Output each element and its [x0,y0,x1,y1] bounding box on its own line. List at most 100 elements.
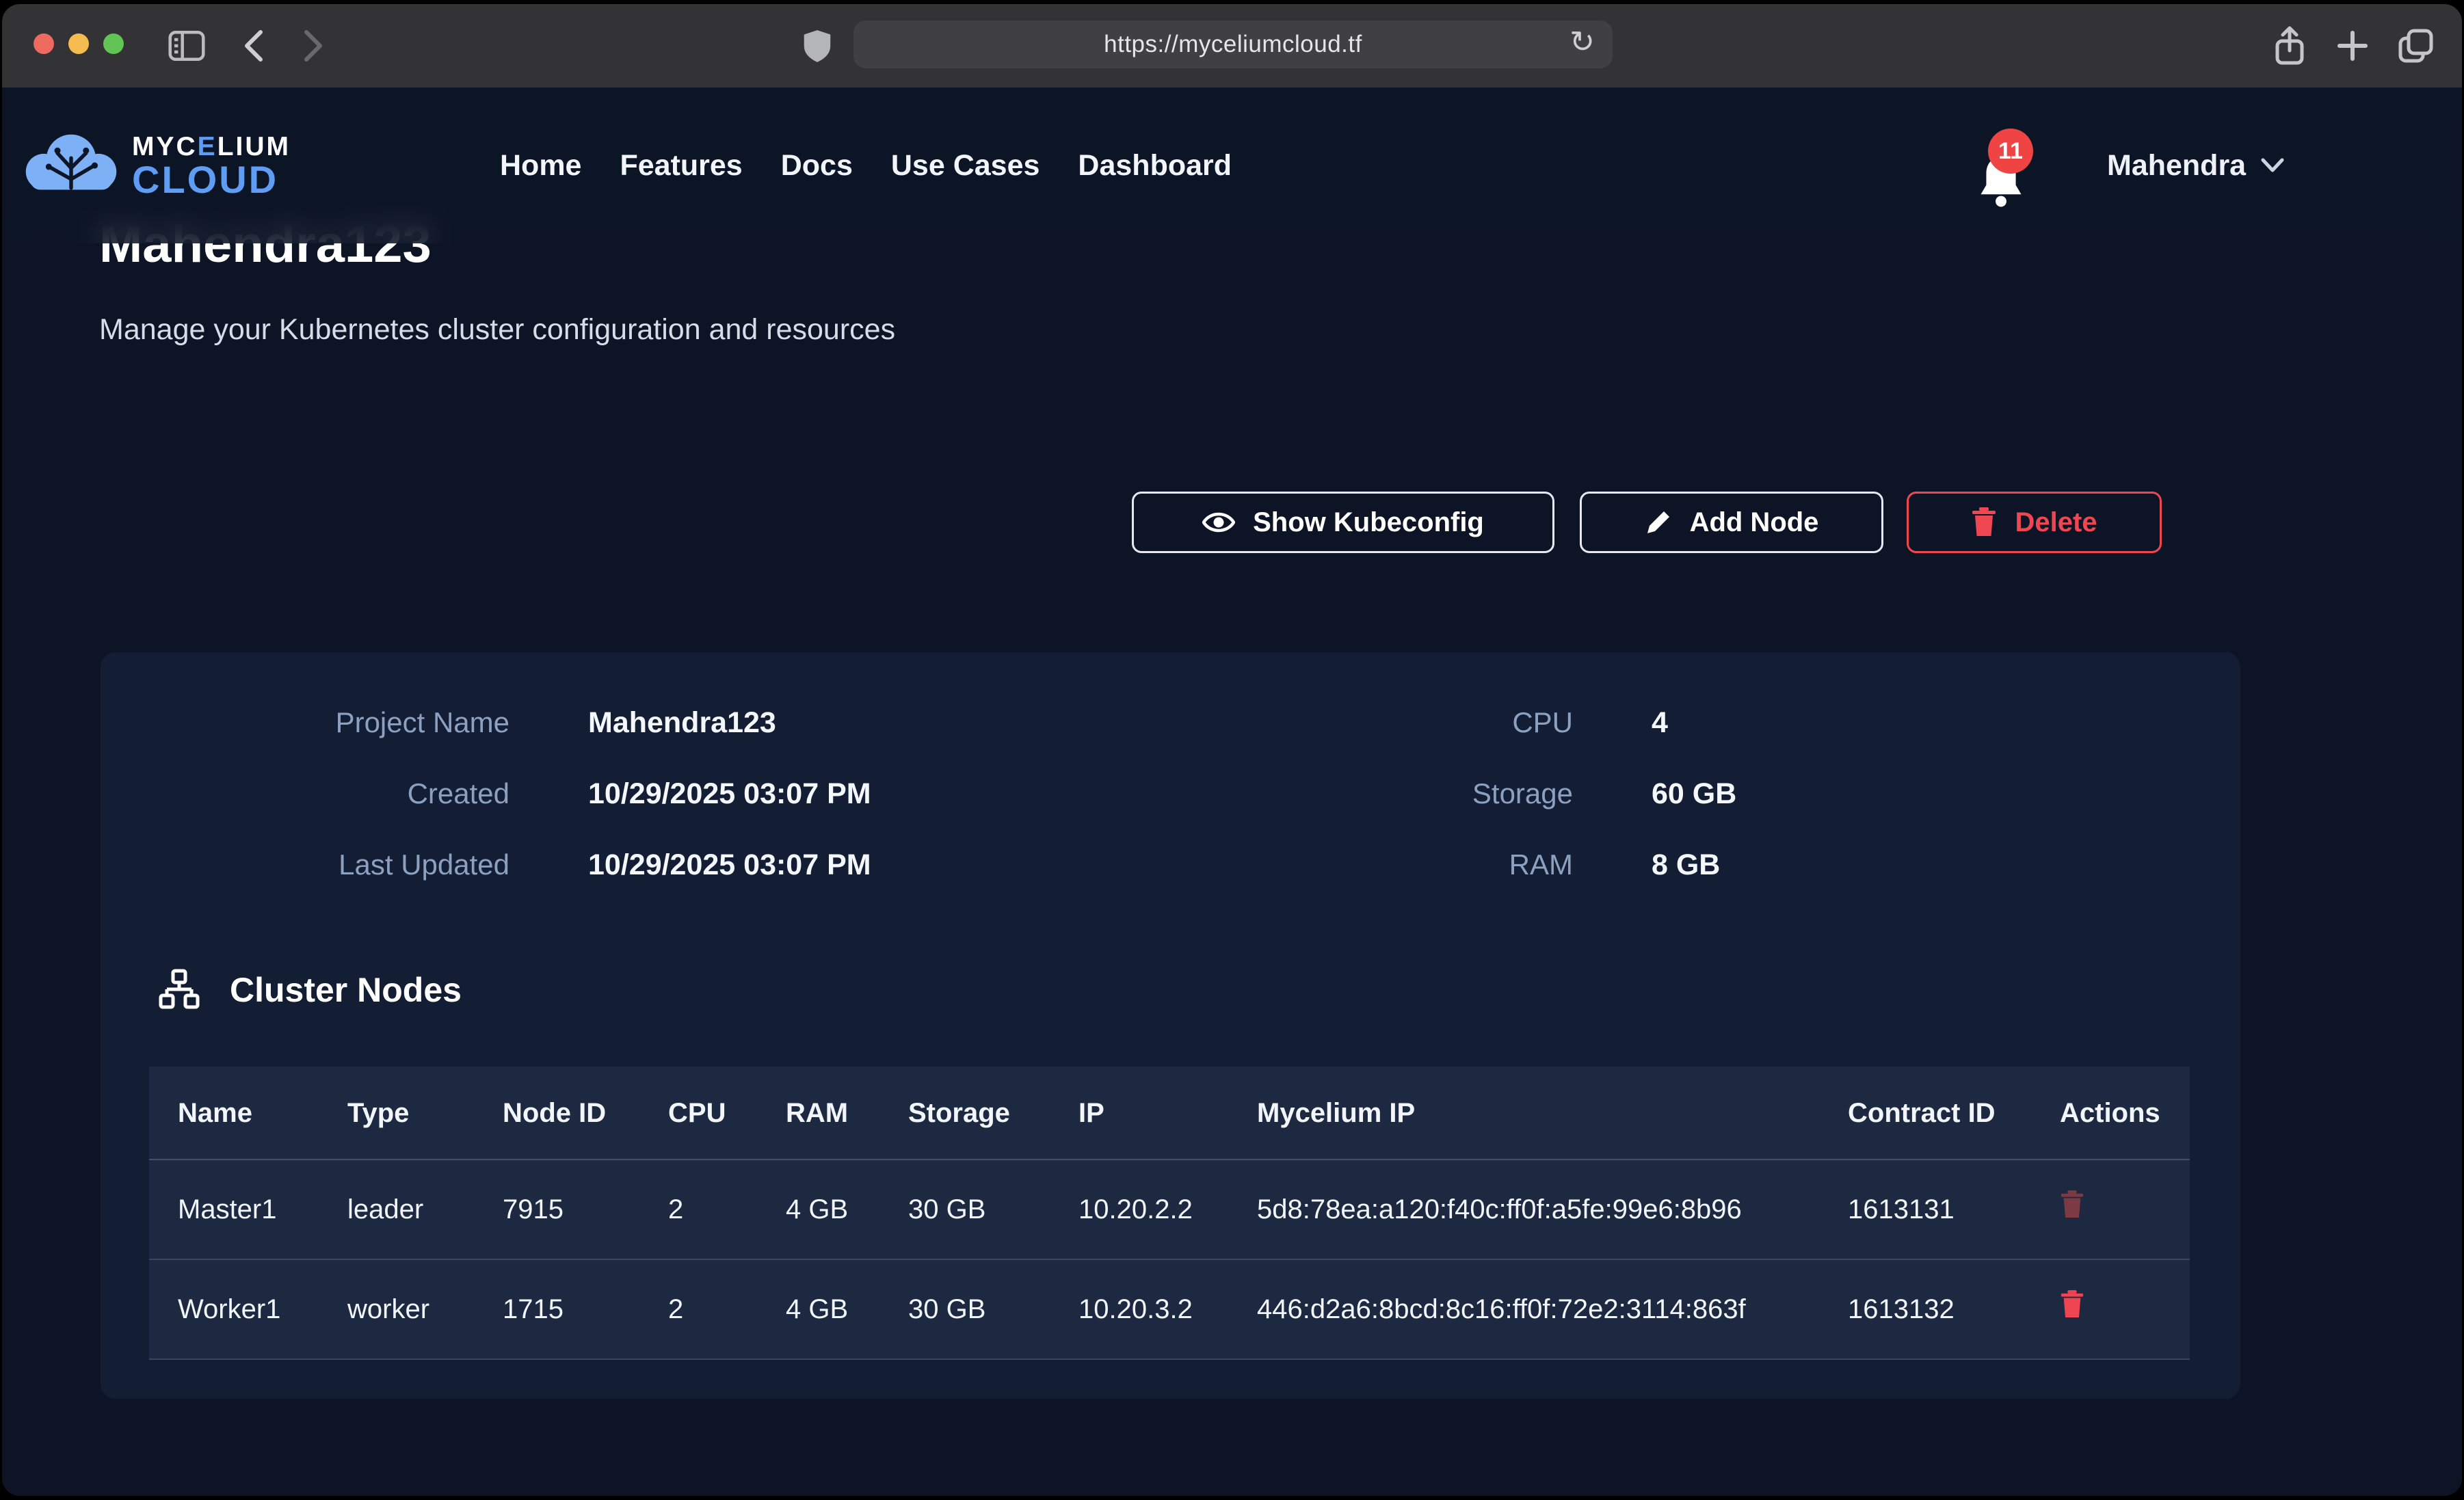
chevron-left-icon [244,29,263,62]
last-updated-label: Last Updated [101,848,509,881]
ram-label: RAM [1297,848,1573,881]
nav-link-dashboard[interactable]: Dashboard [1078,149,1232,183]
col-storage: Storage [879,1067,1050,1160]
page: Mahendra123 Manage your Kubernetes clust… [2,88,2462,1496]
created-label: Created [101,777,509,810]
add-node-label: Add Node [1690,507,1819,538]
pencil-icon [1645,509,1672,536]
cell-contract-id: 1613131 [1819,1160,2031,1259]
reload-button[interactable]: ↻ [1569,27,1595,57]
cell-ram: 4 GB [757,1259,879,1359]
minimize-window-button[interactable] [68,34,89,54]
tab-overview-button[interactable] [2393,4,2438,88]
cluster-nodes-heading: Cluster Nodes [157,968,462,1012]
cell-name: Worker1 [149,1259,319,1359]
project-info-right: CPU 4 Storage 60 GB RAM 8 GB [1297,704,1736,884]
browser-window: https://myceliumcloud.tf ↻ Mahendra123 M… [2,4,2462,1496]
storage-value: 60 GB [1652,777,1736,811]
cell-contract-id: 1613132 [1819,1259,2031,1359]
cell-storage: 30 GB [879,1160,1050,1259]
cell-cpu: 2 [639,1259,757,1359]
table-header-row: Name Type Node ID CPU RAM Storage IP Myc… [149,1067,2190,1160]
tabs-icon [2396,27,2435,65]
storage-row: Storage 60 GB [1297,775,1736,813]
created-value: 10/29/2025 03:07 PM [588,777,871,811]
top-navigation: MYCELIUM CLOUD Home Features Docs Use Ca… [2,88,2462,243]
nav-links: Home Features Docs Use Cases Dashboard [500,88,1232,243]
cluster-nodes-title: Cluster Nodes [230,970,462,1010]
trash-icon [2060,1190,2084,1219]
col-type: Type [319,1067,474,1160]
nav-link-features[interactable]: Features [620,149,742,183]
delete-node-button[interactable] [2060,1290,2084,1321]
last-updated-row: Last Updated 10/29/2025 03:07 PM [101,846,871,884]
cluster-nodes-table: Name Type Node ID CPU RAM Storage IP Myc… [149,1067,2190,1360]
cell-ip: 10.20.2.2 [1050,1160,1228,1259]
col-cpu: CPU [639,1067,757,1160]
privacy-shield-icon[interactable] [795,4,839,88]
cell-ip: 10.20.3.2 [1050,1259,1228,1359]
created-row: Created 10/29/2025 03:07 PM [101,775,871,813]
zoom-window-button[interactable] [103,34,124,54]
cell-mycelium-ip: 446:d2a6:8bcd:8c16:ff0f:72e2:3114:863f [1228,1259,1819,1359]
new-tab-button[interactable] [2331,4,2374,88]
col-ip: IP [1050,1067,1228,1160]
project-info-left: Project Name Mahendra123 Created 10/29/2… [101,704,871,884]
cell-mycelium-ip: 5d8:78ea:a120:f40c:ff0f:a5fe:99e6:8b96 [1228,1160,1819,1259]
cell-cpu: 2 [639,1160,757,1259]
mycelium-cloud-logo-icon [20,126,122,206]
nav-link-home[interactable]: Home [500,149,581,183]
forward-button[interactable] [293,4,334,88]
notifications-button[interactable]: 11 [1963,141,2039,223]
address-bar[interactable]: https://myceliumcloud.tf ↻ [853,21,1613,68]
page-subtitle: Manage your Kubernetes cluster configura… [99,313,895,347]
table-row: Master1 leader 7915 2 4 GB 30 GB 10.20.2… [149,1160,2190,1259]
cpu-value: 4 [1652,706,1668,740]
network-icon [157,968,201,1012]
share-button[interactable] [2267,4,2312,88]
last-updated-value: 10/29/2025 03:07 PM [588,848,871,882]
logo-text: MYCELIUM CLOUD [132,133,291,200]
cpu-row: CPU 4 [1297,704,1736,742]
project-name-label: Project Name [101,706,509,739]
cell-type: worker [319,1259,474,1359]
sidebar-toggle-button[interactable] [165,4,209,88]
plus-icon [2337,30,2368,62]
trash-icon [1971,507,1997,537]
delete-label: Delete [2015,507,2097,538]
browser-toolbar: https://myceliumcloud.tf ↻ [2,4,2462,88]
cell-name: Master1 [149,1160,319,1259]
logo[interactable]: MYCELIUM CLOUD [20,126,291,206]
user-name: Mahendra [2107,149,2246,183]
delete-node-button[interactable] [2060,1190,2084,1221]
cell-ram: 4 GB [757,1160,879,1259]
delete-cluster-button[interactable]: Delete [1907,492,2162,553]
col-contract-id: Contract ID [1819,1067,2031,1160]
col-name: Name [149,1067,319,1160]
cpu-label: CPU [1297,706,1573,739]
nav-link-use-cases[interactable]: Use Cases [891,149,1040,183]
col-ram: RAM [757,1067,879,1160]
user-menu[interactable]: Mahendra [2107,88,2284,243]
table-row: Worker1 worker 1715 2 4 GB 30 GB 10.20.3… [149,1259,2190,1359]
project-name-value: Mahendra123 [588,706,776,740]
trash-icon [2060,1290,2084,1319]
ram-row: RAM 8 GB [1297,846,1736,884]
back-button[interactable] [233,4,274,88]
add-node-button[interactable]: Add Node [1580,492,1883,553]
storage-label: Storage [1297,777,1573,810]
chevron-right-icon [304,29,323,62]
notification-badge: 11 [1988,129,2033,174]
close-window-button[interactable] [34,34,54,54]
project-name-row: Project Name Mahendra123 [101,704,871,742]
col-mycelium-ip: Mycelium IP [1228,1067,1819,1160]
project-panel: Project Name Mahendra123 Created 10/29/2… [101,652,2240,1399]
url-text: https://myceliumcloud.tf [1104,31,1362,58]
cell-node-id: 1715 [474,1259,639,1359]
cell-node-id: 7915 [474,1160,639,1259]
cell-storage: 30 GB [879,1259,1050,1359]
shield-icon [802,27,832,64]
show-kubeconfig-label: Show Kubeconfig [1253,507,1484,538]
nav-link-docs[interactable]: Docs [781,149,853,183]
show-kubeconfig-button[interactable]: Show Kubeconfig [1132,492,1554,553]
